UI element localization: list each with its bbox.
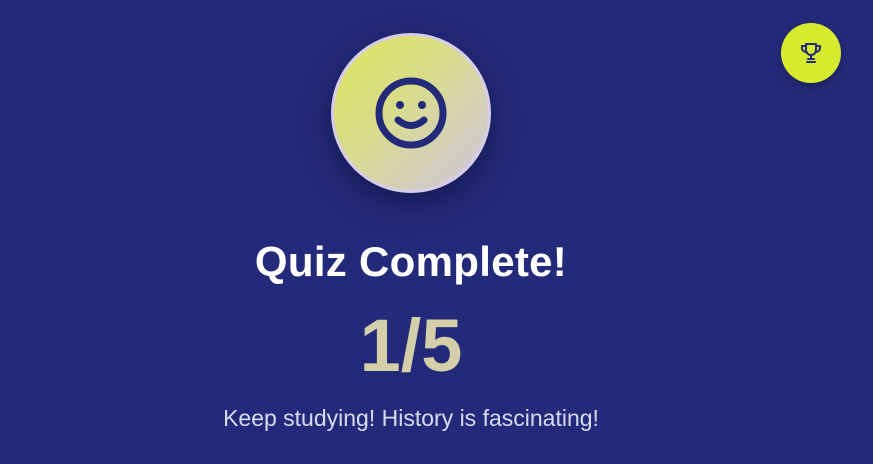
smiley-face-icon	[375, 77, 447, 149]
trophy-icon	[801, 43, 821, 63]
result-message: Keep studying! History is fascinating!	[223, 405, 599, 431]
trophy-button[interactable]	[781, 23, 841, 83]
result-emoji-badge	[331, 33, 491, 193]
quiz-result-panel: Quiz Complete! 1/5 Keep studying! Histor…	[0, 0, 822, 464]
result-score: 1/5	[359, 304, 463, 387]
result-title: Quiz Complete!	[254, 238, 568, 285]
